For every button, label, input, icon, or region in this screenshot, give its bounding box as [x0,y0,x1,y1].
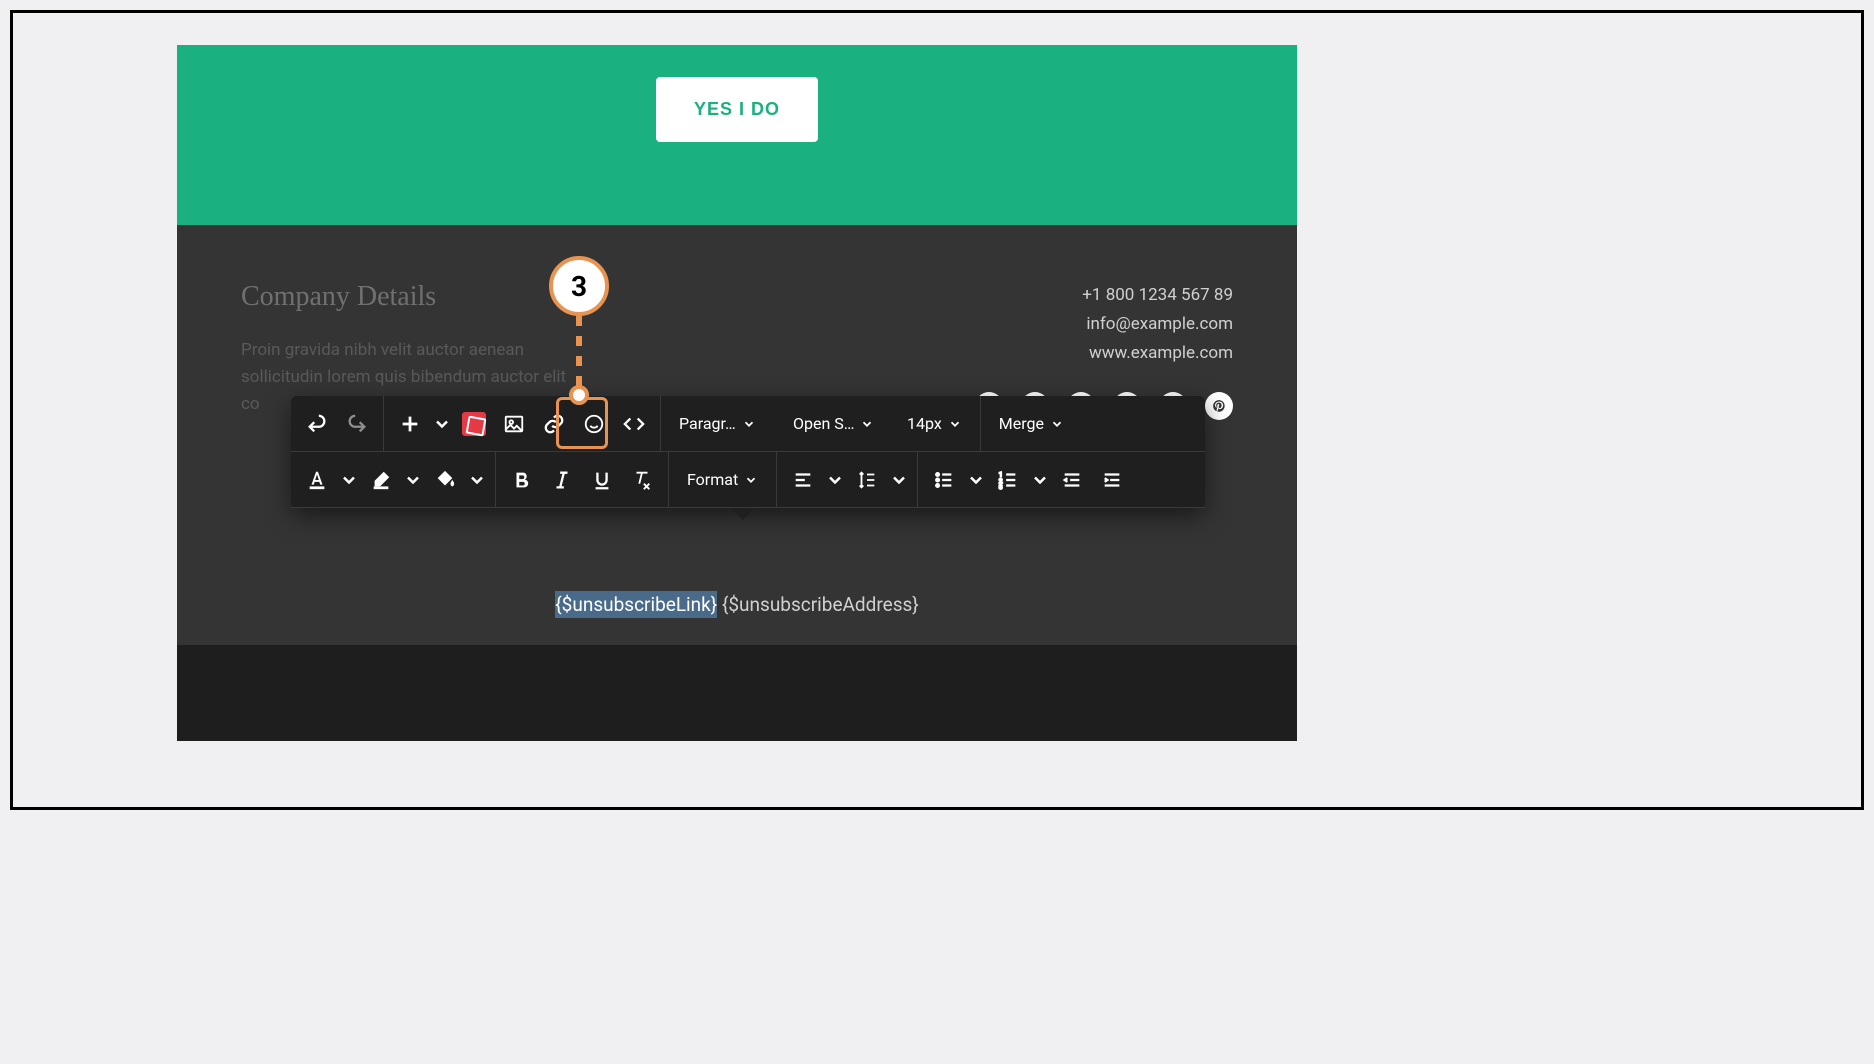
bottom-strip [177,645,1297,741]
merge-tag-text[interactable]: {$unsubscribeLink} {$unsubscribeAddress} [177,593,1297,616]
size-dropdown[interactable]: 14px [897,414,972,433]
stock-icon [462,412,486,436]
line-height-dropdown[interactable] [889,462,909,498]
bg-color-button[interactable] [427,462,463,498]
link-button[interactable] [536,406,572,442]
yes-i-do-button[interactable]: YES I DO [656,77,818,142]
clear-format-button[interactable] [624,462,660,498]
selected-merge-tag[interactable]: {$unsubscribeLink} [555,591,717,618]
toolbar-arrow [731,508,755,520]
numbered-list-dropdown[interactable] [1030,462,1050,498]
bg-color-dropdown[interactable] [467,462,487,498]
bold-button[interactable] [504,462,540,498]
align-dropdown[interactable] [825,462,845,498]
highlight-dropdown[interactable] [403,462,423,498]
italic-button[interactable] [544,462,580,498]
merge-tag-rest: {$unsubscribeAddress} [717,593,919,616]
step-connector-dot [569,385,589,405]
text-color-button[interactable] [299,462,335,498]
pinterest-icon[interactable] [1205,392,1233,420]
rich-text-toolbar: Paragr… Open S… 14px Merge [291,396,1205,508]
bullet-list-dropdown[interactable] [966,462,986,498]
image-button[interactable] [496,406,532,442]
company-website: www.example.com [975,339,1233,368]
font-dropdown[interactable]: Open S… [783,414,893,433]
code-button[interactable] [616,406,652,442]
outdent-button[interactable] [1054,462,1090,498]
line-height-button[interactable] [849,462,885,498]
format-dropdown[interactable]: Format [677,470,768,489]
app-frame: YES I DO Company Details Proin gravida n… [10,10,1864,810]
stock-image-button[interactable] [456,406,492,442]
company-email: info@example.com [975,310,1233,339]
underline-button[interactable] [584,462,620,498]
svg-text:3: 3 [999,483,1003,491]
add-button[interactable] [392,406,428,442]
bullet-list-button[interactable] [926,462,962,498]
step-connector [576,316,582,396]
merge-dropdown[interactable]: Merge [989,414,1074,433]
align-button[interactable] [785,462,821,498]
paragraph-dropdown[interactable]: Paragr… [669,414,779,433]
text-color-dropdown[interactable] [339,462,359,498]
indent-button[interactable] [1094,462,1130,498]
undo-button[interactable] [299,406,335,442]
email-canvas: YES I DO Company Details Proin gravida n… [177,45,1297,741]
highlight-button[interactable] [363,462,399,498]
step-3-badge: 3 [549,256,609,316]
emoji-button[interactable] [576,406,612,442]
green-banner: YES I DO [177,45,1297,225]
company-phone: +1 800 1234 567 89 [975,281,1233,310]
redo-button[interactable] [339,406,375,442]
add-dropdown[interactable] [432,406,452,442]
numbered-list-button[interactable]: 123 [990,462,1026,498]
